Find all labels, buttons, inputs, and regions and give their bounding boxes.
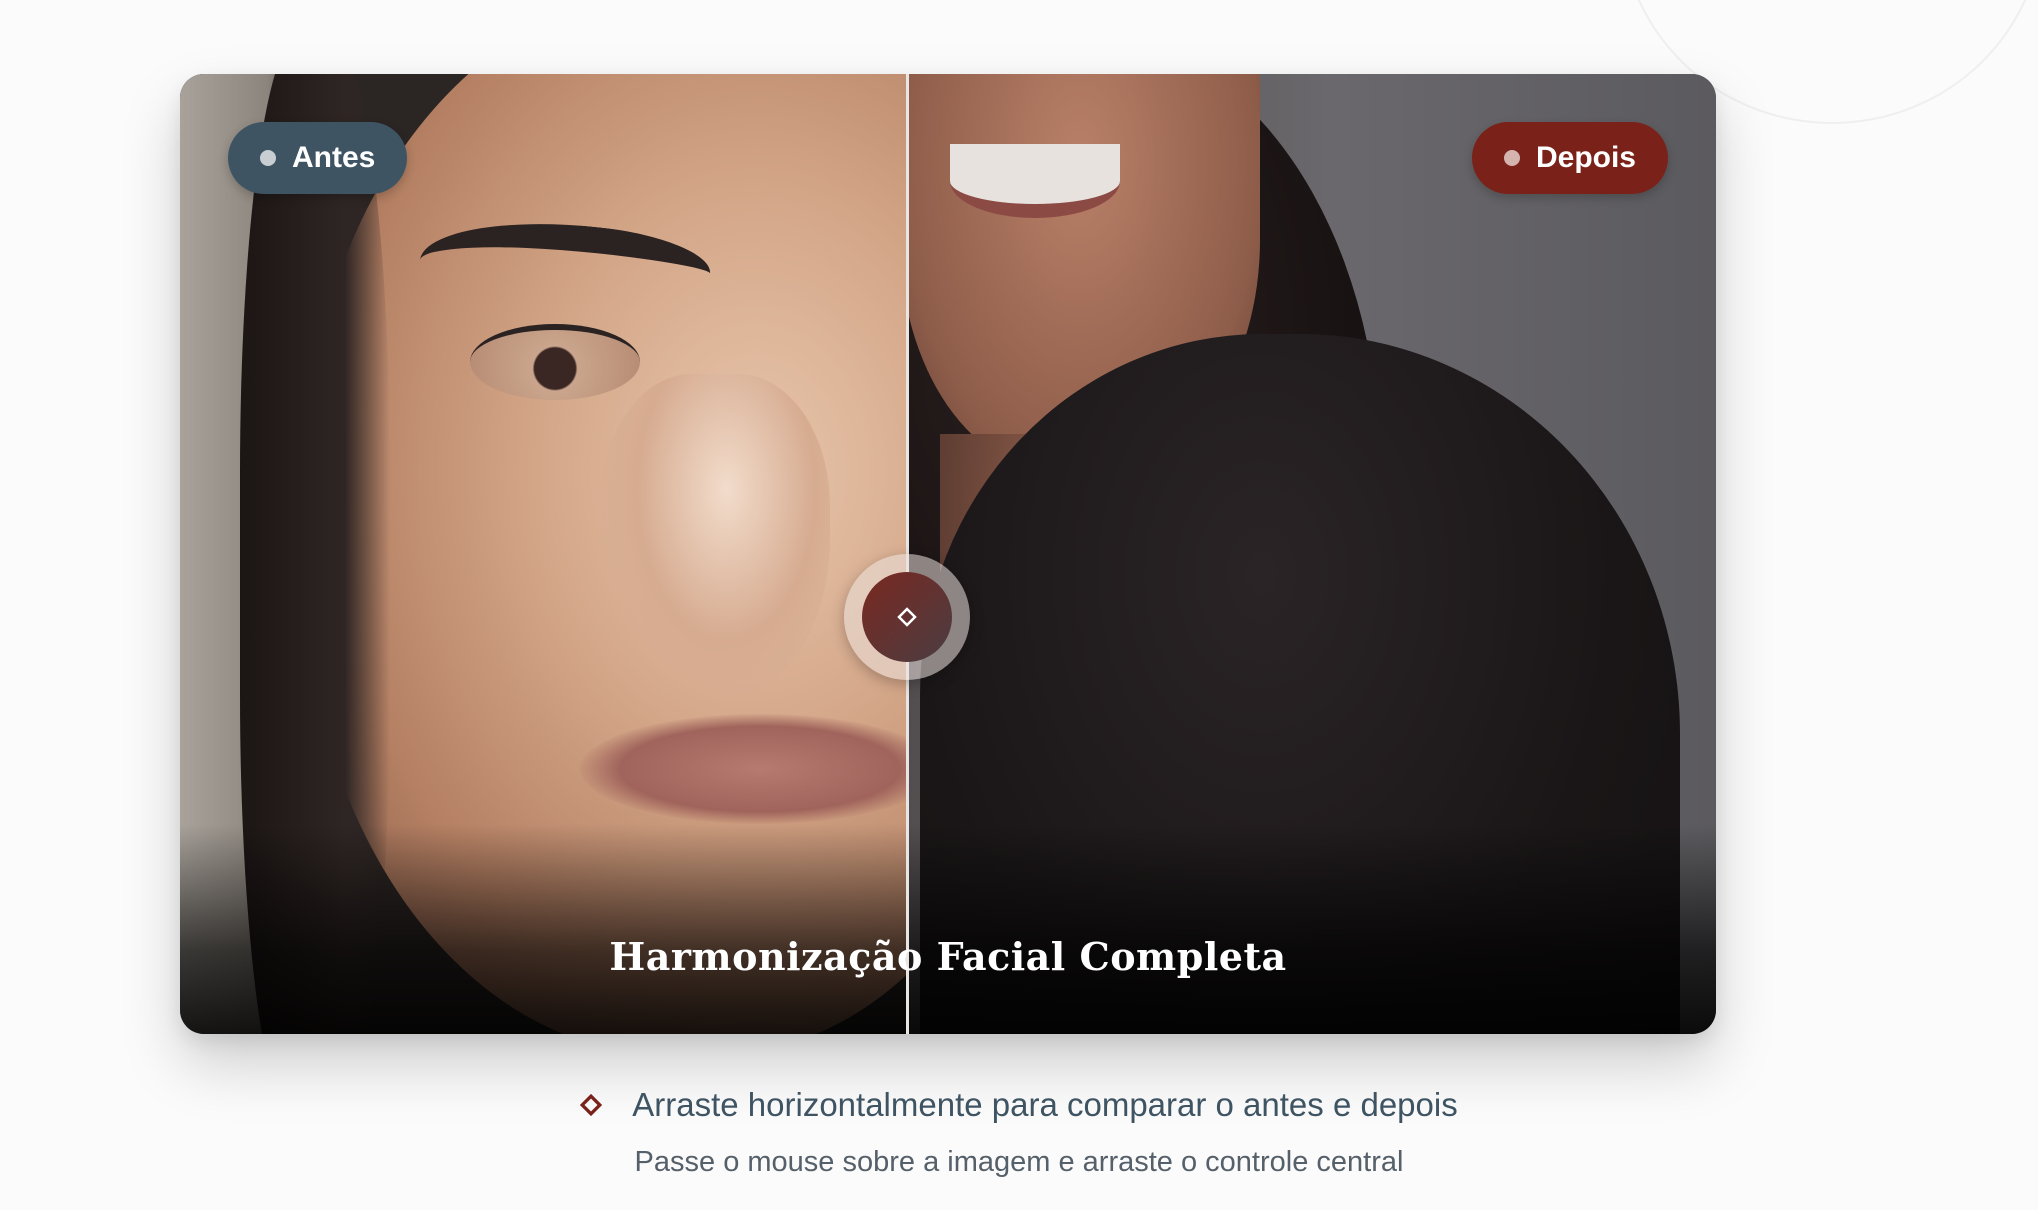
before-after-slider[interactable]: Antes Depois Harmonização Facial Complet… [180,74,1716,1034]
before-photo-nose [600,374,830,704]
before-badge-label: Antes [292,141,376,174]
drag-instruction: Arraste horizontalmente para comparar o … [0,1080,2038,1130]
slider-handle-knob[interactable] [862,572,952,662]
diamond-icon [580,1094,603,1116]
before-badge: Antes [228,122,408,194]
hover-instruction-text: Passe o mouse sobre a imagem e arraste o… [634,1146,1404,1178]
before-photo-eye [470,324,640,400]
treatment-title: Harmonização Facial Completa [609,934,1287,979]
caption-gradient [180,824,1716,1034]
after-photo-smile [950,144,1120,218]
page: Antes Depois Harmonização Facial Complet… [0,0,2038,1210]
drag-instruction-text: Arraste horizontalmente para comparar o … [632,1086,1458,1123]
after-badge-label: Depois [1535,141,1636,174]
slider-handle[interactable] [844,554,970,680]
diamond-icon [897,607,917,627]
after-badge-dot [1503,150,1520,166]
before-badge-dot [260,150,276,166]
after-badge: Depois [1471,122,1668,194]
